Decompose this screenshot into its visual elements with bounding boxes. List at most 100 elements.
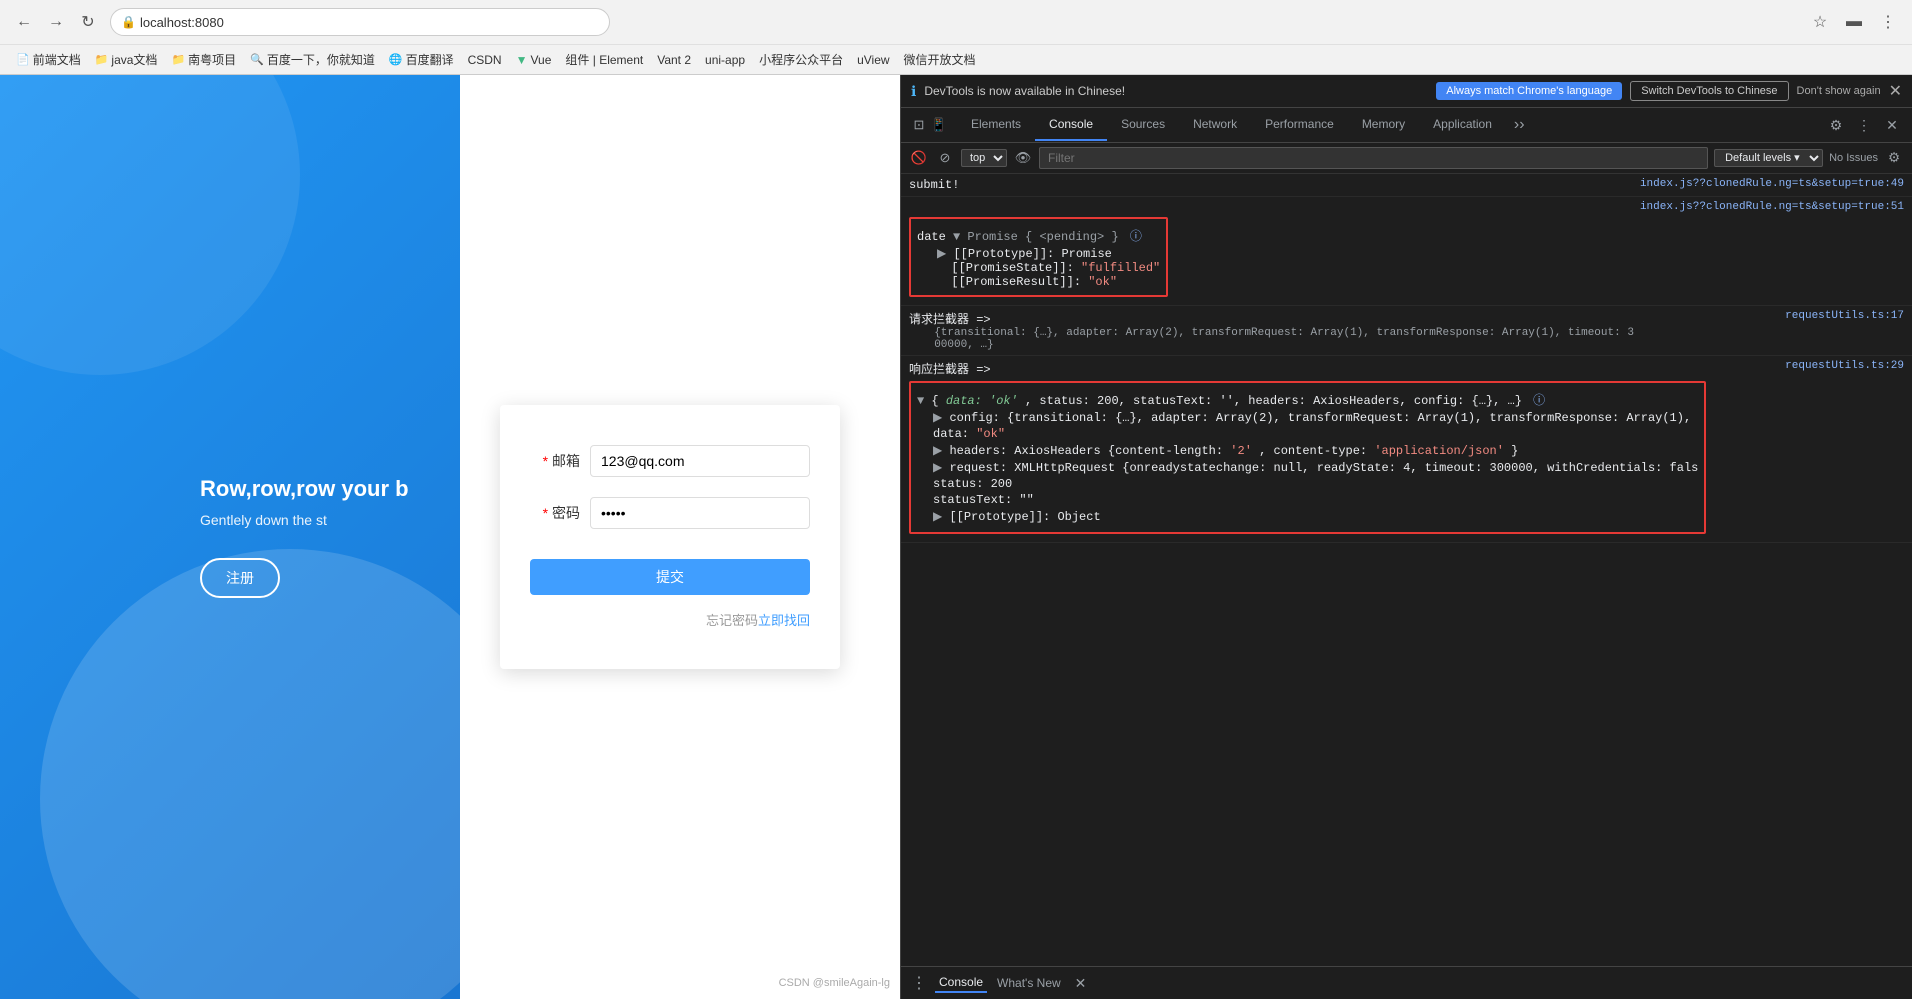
console-settings-button[interactable]: ⚙ bbox=[1884, 148, 1904, 168]
password-label: * 密码 bbox=[530, 503, 580, 523]
devtools-close-button[interactable]: ✕ bbox=[1880, 113, 1904, 137]
submit-button[interactable]: 提交 bbox=[530, 559, 810, 595]
info-icon: ℹ bbox=[911, 83, 916, 100]
bottom-tab-console[interactable]: Console bbox=[935, 973, 987, 993]
console-entry-req-interceptor: 请求拦截器 => requestUtils.ts:17 {transitiona… bbox=[901, 306, 1912, 356]
devtools-console[interactable]: submit! index.js??clonedRule.ng=ts&setup… bbox=[901, 174, 1912, 966]
bookmark-label: Vue bbox=[531, 53, 552, 67]
bookmark-icon: 🌐 bbox=[389, 53, 403, 66]
bookmark-label: 百度翻译 bbox=[406, 51, 454, 68]
watermark: CSDN @smileAgain-lg bbox=[779, 977, 890, 989]
match-language-button[interactable]: Always match Chrome's language bbox=[1436, 82, 1622, 100]
login-form: * 邮箱 * 密码 提交 忘记密码 立即找回 bbox=[500, 405, 840, 669]
devtools-settings-button[interactable]: ⚙ bbox=[1824, 113, 1848, 137]
response-block: ▼ { data: 'ok' , status: 200, statusText… bbox=[909, 381, 1706, 534]
browser-top-bar: ← → ↻ 🔒 localhost:8080 ☆ ▬ ⋮ bbox=[0, 0, 1912, 44]
devtools-header: ⊡ 📱 Elements Console Sources Network Per… bbox=[901, 108, 1912, 143]
bookmark-label: uni-app bbox=[705, 53, 745, 67]
bookmark-qd-docs[interactable]: 📄 前端文档 bbox=[10, 49, 87, 70]
bottom-tab-whats-new[interactable]: What's New bbox=[993, 974, 1065, 992]
reload-button[interactable]: ↻ bbox=[74, 8, 102, 36]
tab-more-button[interactable]: ›› bbox=[1506, 108, 1533, 142]
console-link-submit[interactable]: index.js??clonedRule.ng=ts&setup=true:49 bbox=[1640, 178, 1904, 190]
menu-button[interactable]: ⋮ bbox=[1874, 8, 1902, 36]
filter-icon-button[interactable]: ⊘ bbox=[935, 148, 955, 168]
req-interceptor-link[interactable]: requestUtils.ts:17 bbox=[1775, 310, 1904, 327]
bookmark-csdn[interactable]: CSDN bbox=[462, 51, 508, 69]
extensions-button[interactable]: ▬ bbox=[1840, 8, 1868, 36]
bookmark-vue[interactable]: ▼ Vue bbox=[510, 51, 558, 69]
star-button[interactable]: ☆ bbox=[1806, 8, 1834, 36]
bookmark-java-docs[interactable]: 📁 java文档 bbox=[89, 49, 164, 70]
tab-console[interactable]: Console bbox=[1035, 109, 1107, 141]
bookmark-icon: 🔍 bbox=[250, 53, 264, 66]
form-footer: 忘记密码 立即找回 bbox=[530, 610, 810, 629]
bookmark-label: java文档 bbox=[111, 51, 157, 68]
tab-elements[interactable]: Elements bbox=[957, 109, 1035, 141]
bookmark-element[interactable]: 组件 | Element bbox=[559, 49, 649, 70]
address-bar[interactable]: 🔒 localhost:8080 bbox=[110, 8, 610, 36]
register-button[interactable]: 注册 bbox=[200, 558, 280, 598]
bookmark-icon: 📁 bbox=[95, 53, 109, 66]
url-text: localhost:8080 bbox=[140, 15, 224, 30]
email-label: * 邮箱 bbox=[530, 451, 580, 471]
devtools-tab-bar: Elements Console Sources Network Perform… bbox=[957, 108, 1533, 142]
devtools-panel: ℹ DevTools is now available in Chinese! … bbox=[900, 75, 1912, 999]
console-row: index.js??clonedRule.ng=ts&setup=true:51 bbox=[909, 201, 1904, 213]
devtools-more-button[interactable]: ⋮ bbox=[1852, 113, 1876, 137]
default-levels-select[interactable]: Default levels ▾ bbox=[1714, 149, 1823, 167]
bookmark-baidu[interactable]: 🔍 百度一下，你就知道 bbox=[244, 49, 381, 70]
bookmark-uni-app[interactable]: uni-app bbox=[699, 51, 751, 69]
three-dots-icon[interactable]: ⋮ bbox=[909, 973, 929, 993]
dont-show-again-link[interactable]: Don't show again bbox=[1797, 85, 1881, 97]
console-row-req: 请求拦截器 => requestUtils.ts:17 bbox=[909, 310, 1904, 327]
forward-button[interactable]: → bbox=[42, 8, 70, 36]
bookmark-wx-docs[interactable]: 微信开放文档 bbox=[898, 49, 982, 70]
login-container: Row,row,row your b Gentlely down the st … bbox=[200, 405, 900, 669]
hero-title: Row,row,row your b bbox=[200, 476, 420, 502]
bookmark-label: 前端文档 bbox=[33, 51, 81, 68]
bookmark-label: 南粤项目 bbox=[188, 51, 236, 68]
console-entry-promise: index.js??clonedRule.ng=ts&setup=true:51… bbox=[901, 197, 1912, 306]
bookmark-label: 组件 | Element bbox=[565, 51, 643, 68]
tab-performance[interactable]: Performance bbox=[1251, 109, 1348, 141]
eye-icon-button[interactable]: 👁 bbox=[1013, 148, 1033, 168]
bookmark-miniapp[interactable]: 小程序公众平台 bbox=[753, 49, 849, 70]
no-issues-text: No Issues bbox=[1829, 152, 1878, 164]
req-interceptor-label: 请求拦截器 => bbox=[909, 313, 991, 327]
bookmark-label: CSDN bbox=[468, 53, 502, 67]
bottom-tab-close-button[interactable]: ✕ bbox=[1075, 975, 1087, 992]
console-row-resp: 响应拦截器 => requestUtils.ts:29 bbox=[909, 360, 1904, 377]
resp-interceptor-link[interactable]: requestUtils.ts:29 bbox=[1775, 360, 1904, 377]
find-password-link[interactable]: 立即找回 bbox=[758, 610, 810, 629]
back-button[interactable]: ← bbox=[10, 8, 38, 36]
bookmark-vant[interactable]: Vant 2 bbox=[651, 51, 697, 69]
clear-console-button[interactable]: 🚫 bbox=[909, 148, 929, 168]
bookmark-translate[interactable]: 🌐 百度翻译 bbox=[383, 49, 460, 70]
tab-sources[interactable]: Sources bbox=[1107, 109, 1179, 141]
inspect-icon[interactable]: ⊡ bbox=[909, 115, 929, 135]
context-selector[interactable]: top bbox=[961, 149, 1007, 167]
devtools-notification-bar: ℹ DevTools is now available in Chinese! … bbox=[901, 75, 1912, 108]
circle-decoration-2 bbox=[0, 75, 300, 375]
switch-devtools-button[interactable]: Switch DevTools to Chinese bbox=[1630, 81, 1788, 101]
console-link-promise[interactable]: index.js??clonedRule.ng=ts&setup=true:51 bbox=[1630, 201, 1904, 213]
resp-interceptor-label: 响应拦截器 => bbox=[909, 363, 991, 377]
email-input[interactable] bbox=[590, 445, 810, 477]
vue-icon: ▼ bbox=[516, 53, 528, 67]
devtools-header-right: ⚙ ⋮ ✕ bbox=[1816, 113, 1912, 137]
device-icon[interactable]: 📱 bbox=[929, 115, 949, 135]
notification-close-button[interactable]: ✕ bbox=[1889, 81, 1902, 101]
console-entry-resp-interceptor: 响应拦截器 => requestUtils.ts:29 ▼ { data: 'o… bbox=[901, 356, 1912, 543]
bookmark-nyyy[interactable]: 📁 南粤项目 bbox=[165, 49, 242, 70]
tab-memory[interactable]: Memory bbox=[1348, 109, 1419, 141]
password-input[interactable] bbox=[590, 497, 810, 529]
tab-application[interactable]: Application bbox=[1419, 109, 1506, 141]
bookmark-uview[interactable]: uView bbox=[851, 51, 895, 69]
filter-input[interactable] bbox=[1039, 147, 1708, 169]
tab-network[interactable]: Network bbox=[1179, 109, 1251, 141]
browser-actions: ☆ ▬ ⋮ bbox=[1806, 8, 1902, 36]
email-field-group: * 邮箱 bbox=[530, 445, 810, 477]
hero-subtitle: Gentlely down the st bbox=[200, 512, 420, 528]
devtools-toolbar: 🚫 ⊘ top 👁 Default levels ▾ No Issues ⚙ bbox=[901, 143, 1912, 174]
